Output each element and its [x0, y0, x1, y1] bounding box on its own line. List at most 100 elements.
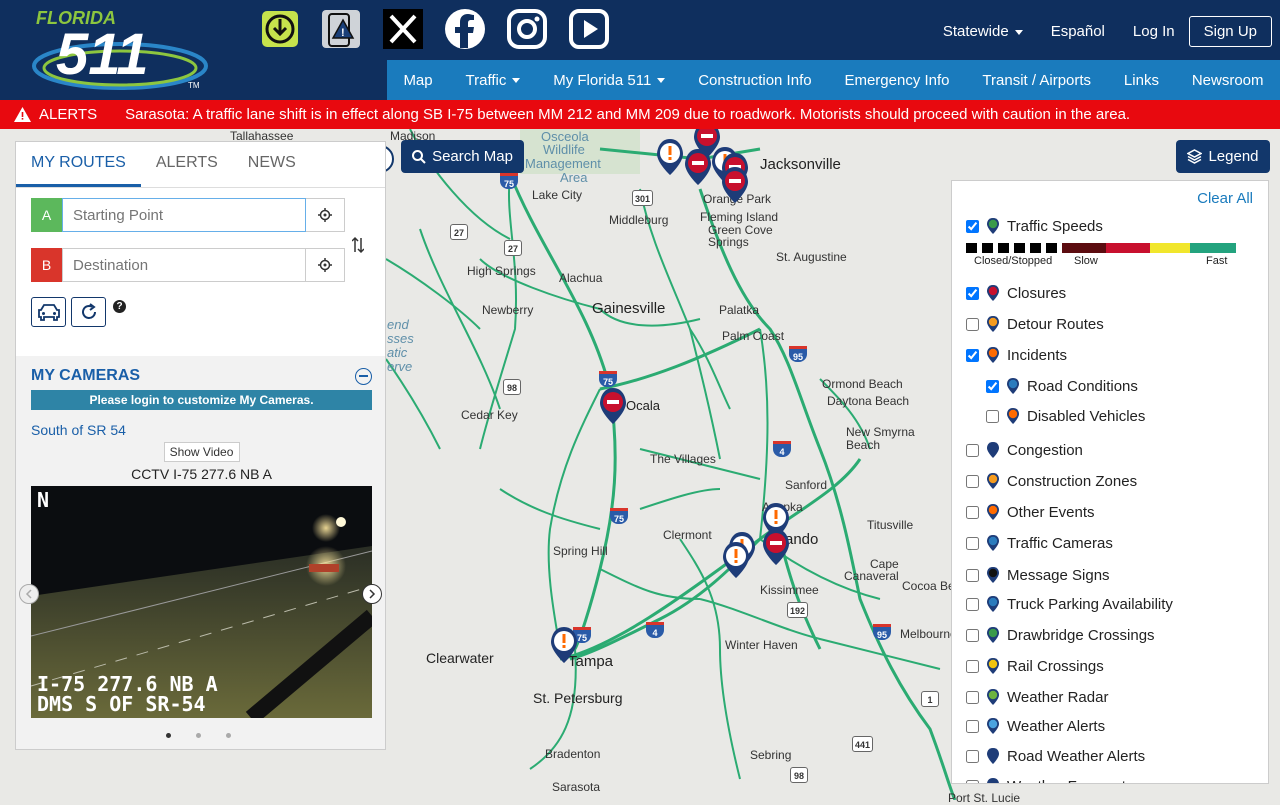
pagination-dot[interactable] [226, 733, 231, 738]
legend-item-weather-radar[interactable]: Weather Radar [966, 688, 1108, 706]
traffic-cameras-label: Traffic Cameras [1007, 534, 1113, 552]
legend-item-road-conditions[interactable]: Road Conditions [986, 377, 1138, 395]
starting-point-input[interactable] [62, 198, 306, 232]
instagram-icon[interactable] [506, 8, 548, 50]
top-nav: Statewide Español Log In Sign Up [929, 16, 1272, 47]
congestion-checkbox[interactable] [966, 443, 979, 457]
legend-item-traffic-cameras[interactable]: Traffic Cameras [966, 534, 1113, 552]
legend-item-message-signs[interactable]: Message Signs [966, 566, 1110, 584]
legend-item-disabled-vehicles[interactable]: Disabled Vehicles [986, 407, 1145, 425]
routes-section: A B ? [16, 188, 385, 356]
camera-prev-button[interactable] [19, 584, 39, 604]
pagination-dot[interactable] [166, 733, 171, 738]
swap-routes-icon[interactable] [351, 236, 365, 259]
locate-start-button[interactable] [306, 198, 345, 232]
nav-emergency-info[interactable]: Emergency Info [844, 72, 949, 89]
traffic-cameras-checkbox[interactable] [966, 536, 979, 550]
florida-511-logo[interactable]: FLORIDA 511 TM [28, 6, 208, 92]
alert-message[interactable]: Sarasota: A traffic lane shift is in eff… [125, 106, 1130, 123]
incidents-checkbox[interactable] [966, 348, 979, 362]
disabled-vehicles-checkbox[interactable] [986, 409, 999, 423]
collapse-cameras-icon[interactable] [355, 367, 372, 385]
nav-construction-info[interactable]: Construction Info [698, 72, 811, 89]
show-video-button[interactable]: Show Video [163, 442, 240, 462]
legend-item-closures[interactable]: Closures [966, 284, 1066, 302]
espanol-link[interactable]: Español [1037, 23, 1119, 40]
help-icon[interactable]: ? [113, 300, 126, 313]
pagination-dot[interactable] [196, 733, 201, 738]
legend-item-construction-zones[interactable]: Construction Zones [966, 472, 1137, 490]
speed-slow-label: Slow [1074, 255, 1098, 267]
x-icon[interactable] [382, 8, 424, 50]
message-signs-checkbox[interactable] [966, 568, 979, 582]
nav-newsroom[interactable]: Newsroom [1192, 72, 1264, 89]
camera-title: CCTV I-75 277.6 NB A [131, 466, 272, 482]
weather-forecast-label: Weather Forecast [1007, 778, 1126, 784]
camera-location-link[interactable]: South of SR 54 [31, 422, 372, 438]
tab-alerts[interactable]: ALERTS [141, 142, 233, 187]
truck-parking-checkbox[interactable] [966, 597, 979, 611]
destination-input[interactable] [62, 248, 306, 282]
youtube-icon[interactable] [568, 8, 610, 50]
report-icon[interactable]: ! [320, 8, 362, 50]
truck-parking-icon [987, 596, 999, 612]
login-link[interactable]: Log In [1119, 23, 1189, 40]
map-label-titusville: Titusville [867, 518, 914, 532]
detour-routes-checkbox[interactable] [966, 317, 979, 331]
refresh-route-button[interactable] [71, 297, 106, 327]
legend-item-incidents[interactable]: Incidents [966, 346, 1067, 364]
map-label-alachua: Alachua [559, 271, 603, 285]
clear-all-link[interactable]: Clear All [1197, 190, 1253, 207]
alert-banner[interactable]: ALERTS Sarasota: A traffic lane shift is… [0, 100, 1280, 129]
legend-button[interactable]: Legend [1176, 140, 1270, 173]
legend-item-weather-alerts[interactable]: Weather Alerts [966, 717, 1105, 735]
highway-shield: 27 [504, 240, 522, 256]
legend-item-other-events[interactable]: Other Events [966, 503, 1095, 521]
legend-item-congestion[interactable]: Congestion [966, 441, 1083, 459]
nav-links[interactable]: Links [1124, 72, 1159, 89]
statewide-dropdown[interactable]: Statewide [929, 23, 1037, 40]
disabled-vehicles-label: Disabled Vehicles [1027, 407, 1146, 425]
traffic-speeds-checkbox[interactable] [966, 219, 979, 233]
route-b-badge: B [31, 248, 62, 282]
highway-shield: 95 [789, 346, 807, 362]
nav-traffic[interactable]: Traffic [466, 72, 521, 89]
legend-item-drawbridge-crossings[interactable]: Drawbridge Crossings [966, 626, 1155, 644]
nav-my-florida-511[interactable]: My Florida 511 [553, 72, 665, 89]
legend-panel: Clear All Traffic Speeds Closures Detour R… [951, 180, 1269, 784]
legend-item-detour-routes[interactable]: Detour Routes [966, 315, 1104, 333]
other-events-checkbox[interactable] [966, 505, 979, 519]
camera-image[interactable]: N I-75 277.6 NB A DMS S OF SR-54 [31, 486, 372, 718]
camera-next-button[interactable] [362, 584, 382, 604]
download-app-icon[interactable] [259, 8, 301, 50]
legend-item-rail-crossings[interactable]: Rail Crossings [966, 657, 1104, 675]
legend-item-weather-forecast[interactable]: Weather Forecast [966, 777, 1126, 784]
nav-transit-airports[interactable]: Transit / Airports [982, 72, 1091, 89]
route-dest-row: B [31, 248, 345, 282]
car-mode-button[interactable] [31, 297, 66, 327]
facebook-icon[interactable] [444, 8, 486, 50]
signup-button[interactable]: Sign Up [1188, 16, 1272, 47]
map-label-kissimmee: Kissimmee [760, 583, 819, 597]
weather-radar-checkbox[interactable] [966, 690, 979, 704]
map-label-middleburg: Middleburg [609, 213, 669, 227]
closures-checkbox[interactable] [966, 286, 979, 300]
drawbridge-crossings-checkbox[interactable] [966, 628, 979, 642]
legend-item-traffic-speeds[interactable]: Traffic Speeds [966, 217, 1103, 235]
tab-my-routes[interactable]: MY ROUTES [16, 142, 141, 187]
weather-forecast-checkbox[interactable] [966, 779, 979, 783]
construction-zones-checkbox[interactable] [966, 474, 979, 488]
search-map-button[interactable]: Search Map [401, 140, 524, 173]
tab-news[interactable]: NEWS [233, 142, 311, 187]
road-conditions-checkbox[interactable] [986, 379, 999, 393]
road-weather-alerts-checkbox[interactable] [966, 749, 979, 763]
map-label-palatka: Palatka [719, 303, 760, 317]
locate-dest-button[interactable] [306, 248, 345, 282]
map-label-st-augustine: St. Augustine [776, 250, 847, 264]
legend-item-road-weather-alerts[interactable]: Road Weather Alerts [966, 747, 1145, 765]
nav-map[interactable]: Map [403, 72, 432, 89]
rail-crossings-checkbox[interactable] [966, 659, 979, 673]
legend-item-truck-parking[interactable]: Truck Parking Availability [966, 595, 1173, 613]
map-label-high-springs: High Springs [467, 264, 536, 278]
weather-alerts-checkbox[interactable] [966, 719, 979, 733]
